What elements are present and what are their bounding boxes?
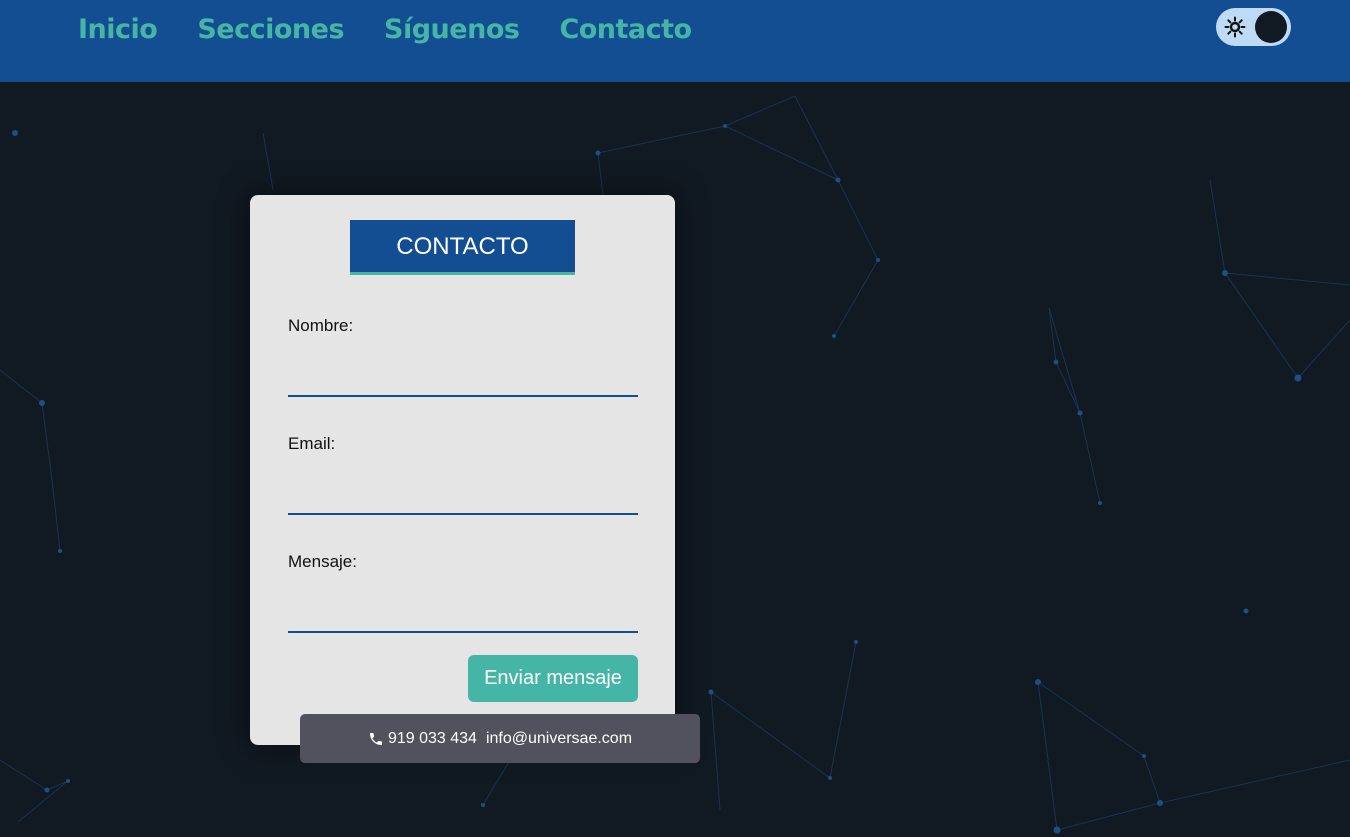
main-nav: Inicio Secciones Síguenos Contacto: [78, 14, 692, 45]
nav-link-secciones[interactable]: Secciones: [197, 14, 344, 45]
message-field[interactable]: [288, 597, 638, 633]
toggle-knob: [1255, 11, 1287, 43]
contact-form-card: CONTACTO Nombre: Email: Mensaje: Enviar …: [250, 195, 675, 745]
send-message-button[interactable]: Enviar mensaje: [468, 655, 638, 702]
nav-link-siguenos[interactable]: Síguenos: [384, 14, 520, 45]
nav-link-contacto[interactable]: Contacto: [559, 14, 692, 45]
email-field[interactable]: [288, 479, 638, 515]
email-label: Email:: [288, 434, 336, 453]
message-label: Mensaje:: [288, 552, 357, 571]
phone-info: 919 033 434: [368, 730, 477, 748]
theme-toggle[interactable]: [1216, 8, 1291, 46]
phone-icon: [369, 732, 382, 745]
top-navbar: Inicio Secciones Síguenos Contacto: [0, 0, 1350, 82]
contact-info-bar: 919 033 434 info@universae.com: [300, 714, 700, 763]
contact-email[interactable]: info@universae.com: [486, 730, 632, 748]
phone-number[interactable]: 919 033 434: [388, 730, 477, 748]
form-title: CONTACTO: [350, 220, 575, 275]
name-field[interactable]: [288, 361, 638, 397]
sun-icon: [1224, 16, 1246, 38]
nav-link-inicio[interactable]: Inicio: [78, 14, 158, 45]
name-label: Nombre:: [288, 316, 354, 335]
